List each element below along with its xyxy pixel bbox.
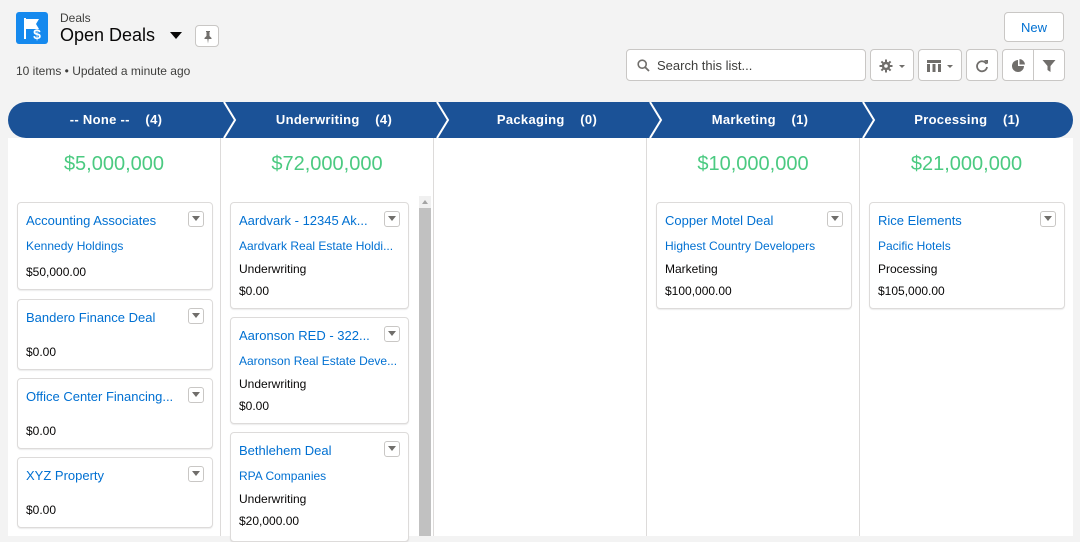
- deal-stage: Marketing: [665, 262, 718, 276]
- pie-chart-icon: [1012, 59, 1025, 72]
- deal-amount: $0.00: [26, 345, 57, 359]
- account-link[interactable]: Aardvark Real Estate Holdi...: [239, 239, 399, 253]
- chevron-down-icon: [192, 471, 200, 476]
- scrollbar-thumb[interactable]: [419, 208, 431, 536]
- chevron-down-icon[interactable]: [168, 28, 184, 44]
- column-total: $5,000,000: [63, 153, 165, 175]
- card-menu-button[interactable]: [384, 441, 400, 457]
- deal-amount: $0.00: [26, 503, 57, 517]
- refresh-icon: [976, 60, 988, 73]
- deal-amount: $0.00: [239, 284, 270, 298]
- list-settings-button[interactable]: [870, 49, 914, 81]
- chevron-down-icon: [192, 392, 200, 397]
- filter-button[interactable]: [1033, 49, 1065, 81]
- chevron-down-icon: [388, 331, 396, 336]
- kanban-column-marketing: $10,000,000 Copper Motel Deal Highest Co…: [647, 138, 860, 536]
- deal-card[interactable]: Bandero Finance Deal $0.00: [17, 299, 213, 370]
- display-as-button[interactable]: [918, 49, 962, 81]
- deal-name-link[interactable]: Bethlehem Deal: [239, 443, 377, 458]
- stage-marketing[interactable]: Marketing (1): [654, 102, 866, 138]
- deal-amount: $0.00: [26, 424, 57, 438]
- svg-text:$: $: [33, 26, 41, 42]
- stage-path: -- None -- (4) Underwriting (4) Packagin…: [8, 102, 1073, 138]
- deal-card[interactable]: Office Center Financing... $0.00: [17, 378, 213, 449]
- kanban-column-none: $5,000,000 Accounting Associates Kennedy…: [8, 138, 221, 536]
- deal-name-link[interactable]: XYZ Property: [26, 468, 176, 483]
- card-menu-button[interactable]: [188, 387, 204, 403]
- stage-none[interactable]: -- None -- (4): [8, 102, 224, 138]
- chevron-down-icon: [831, 216, 839, 221]
- deal-card[interactable]: Rice Elements Pacific Hotels Processing …: [869, 202, 1065, 309]
- scroll-up-arrow-icon[interactable]: [421, 198, 429, 206]
- card-menu-button[interactable]: [1040, 211, 1056, 227]
- deal-name-link[interactable]: Aardvark - 12345 Ak...: [239, 213, 377, 228]
- card-menu-button[interactable]: [384, 211, 400, 227]
- kanban-column-processing: $21,000,000 Rice Elements Pacific Hotels…: [860, 138, 1073, 536]
- gear-icon: [879, 59, 905, 73]
- account-link[interactable]: Highest Country Developers: [665, 239, 841, 253]
- list-meta-info: 10 items • Updated a minute ago: [16, 64, 191, 78]
- column-total: $72,000,000: [271, 153, 383, 175]
- search-box[interactable]: [626, 49, 866, 81]
- stage-underwriting[interactable]: Underwriting (4): [228, 102, 440, 138]
- deal-card[interactable]: Aardvark - 12345 Ak... Aardvark Real Est…: [230, 202, 409, 309]
- column-total: $10,000,000: [697, 153, 809, 175]
- show-charts-button[interactable]: [1002, 49, 1034, 81]
- table-icon: [927, 60, 953, 72]
- deal-name-link[interactable]: Office Center Financing...: [26, 389, 176, 404]
- list-view-header: $ Deals Open Deals 10 items • Updated a …: [0, 0, 1080, 98]
- new-button[interactable]: New: [1004, 12, 1064, 42]
- deal-card[interactable]: Bethlehem Deal RPA Companies Underwritin…: [230, 432, 409, 542]
- deal-name-link[interactable]: Accounting Associates: [26, 213, 176, 228]
- chevron-down-icon: [192, 313, 200, 318]
- column-total: $21,000,000: [910, 153, 1023, 175]
- object-label: Deals: [60, 11, 91, 25]
- deal-amount: $100,000.00: [665, 284, 732, 298]
- pin-list-button[interactable]: [195, 25, 219, 47]
- kanban-column-underwriting: $72,000,000 Aardvark - 12345 Ak... Aardv…: [221, 138, 434, 542]
- deal-amount: $50,000.00: [26, 265, 87, 279]
- deal-amount: $0.00: [239, 399, 270, 413]
- column-scrollbar[interactable]: [419, 196, 431, 536]
- deal-stage: Underwriting: [239, 492, 307, 506]
- chevron-down-icon: [388, 216, 396, 221]
- stage-processing[interactable]: Processing (1): [867, 102, 1067, 138]
- deal-card[interactable]: Aaronson RED - 322... Aaronson Real Esta…: [230, 317, 409, 424]
- deal-stage: Processing: [878, 262, 938, 276]
- chevron-down-icon: [192, 216, 200, 221]
- deal-card[interactable]: Accounting Associates Kennedy Holdings $…: [17, 202, 213, 290]
- deal-card[interactable]: Copper Motel Deal Highest Country Develo…: [656, 202, 852, 309]
- card-menu-button[interactable]: [384, 326, 400, 342]
- pin-icon: [204, 31, 212, 44]
- filter-icon: [1042, 60, 1056, 72]
- deal-name-link[interactable]: Rice Elements: [878, 213, 1028, 228]
- account-link[interactable]: RPA Companies: [239, 469, 399, 483]
- deal-amount: $20,000.00: [239, 514, 300, 528]
- card-menu-button[interactable]: [188, 308, 204, 324]
- deal-amount: $105,000.00: [878, 284, 945, 298]
- card-menu-button[interactable]: [188, 211, 204, 227]
- account-link[interactable]: Aaronson Real Estate Deve...: [239, 354, 399, 368]
- kanban-board: $5,000,000 Accounting Associates Kennedy…: [8, 138, 1073, 542]
- card-menu-button[interactable]: [827, 211, 843, 227]
- card-menu-button[interactable]: [188, 466, 204, 482]
- deal-stage: Underwriting: [239, 262, 307, 276]
- deal-stage: Underwriting: [239, 377, 307, 391]
- chevron-down-icon: [388, 446, 396, 451]
- list-view-title[interactable]: Open Deals: [60, 25, 155, 46]
- chevron-down-icon: [1044, 216, 1052, 221]
- kanban-column-packaging: [434, 138, 647, 536]
- account-link[interactable]: Kennedy Holdings: [26, 239, 186, 253]
- search-icon: [637, 59, 650, 72]
- deal-name-link[interactable]: Bandero Finance Deal: [26, 310, 176, 325]
- deals-app-icon: $: [16, 12, 48, 44]
- deal-name-link[interactable]: Aaronson RED - 322...: [239, 328, 377, 343]
- search-input[interactable]: [657, 56, 857, 74]
- deal-name-link[interactable]: Copper Motel Deal: [665, 213, 815, 228]
- account-link[interactable]: Pacific Hotels: [878, 239, 1054, 253]
- deal-card[interactable]: XYZ Property $0.00: [17, 457, 213, 528]
- stage-packaging[interactable]: Packaging (0): [441, 102, 653, 138]
- refresh-button[interactable]: [966, 49, 998, 81]
